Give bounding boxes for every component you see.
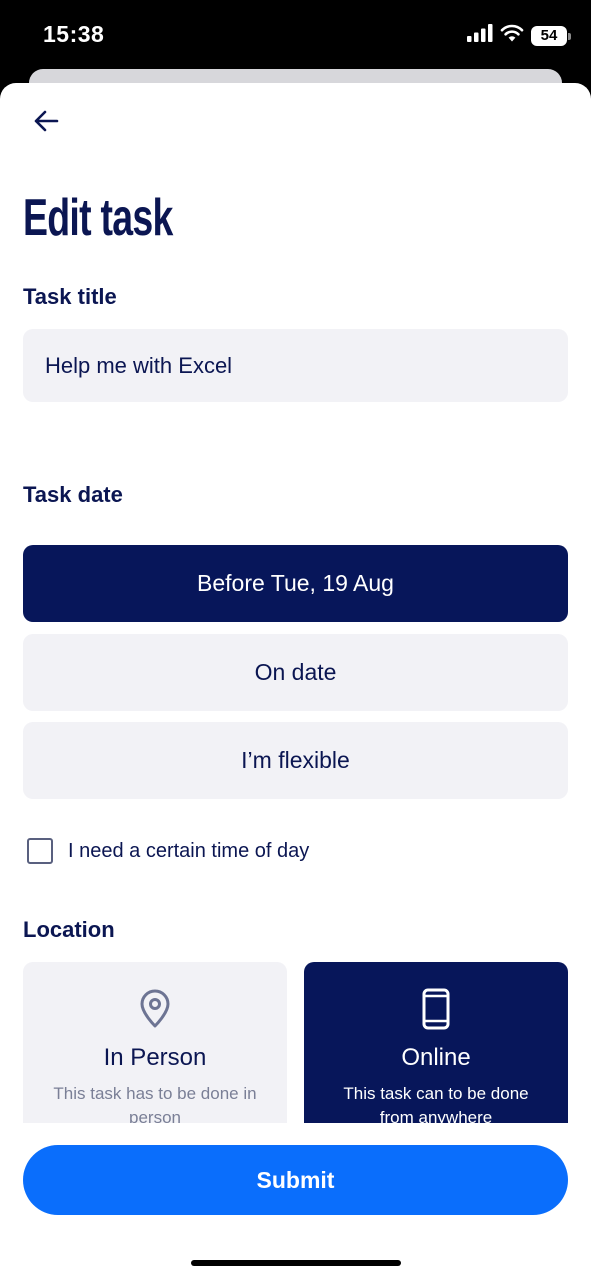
arrow-left-icon (33, 109, 59, 138)
location-option-title: Online (401, 1044, 471, 1071)
back-button[interactable] (28, 105, 64, 141)
date-option-label: I’m flexible (241, 747, 350, 773)
location-label: Location (23, 917, 115, 942)
battery-icon: 54 (531, 25, 571, 46)
submit-label: Submit (256, 1166, 335, 1193)
time-of-day-label: I need a certain time of day (68, 839, 310, 862)
date-option-before[interactable]: Before Tue, 19 Aug (23, 545, 568, 622)
time-of-day-checkbox[interactable] (27, 838, 53, 864)
wifi-icon (500, 24, 524, 47)
task-title-input[interactable]: Help me with Excel (23, 329, 568, 402)
battery-level: 54 (540, 27, 558, 44)
task-title-label: Task title (23, 284, 117, 309)
date-option-label: Before Tue, 19 Aug (197, 570, 394, 596)
status-time: 15:38 (43, 21, 105, 47)
date-option-label: On date (254, 659, 337, 685)
date-option-flexible[interactable]: I’m flexible (23, 722, 568, 799)
time-of-day-row[interactable]: I need a certain time of day (27, 838, 309, 864)
phone-icon (416, 988, 456, 1030)
submit-button[interactable]: Submit (23, 1145, 568, 1215)
bottom-action-area: Submit (0, 1123, 591, 1280)
status-icons: 54 (467, 24, 571, 47)
signal-icon (467, 24, 493, 47)
task-title-value: Help me with Excel (45, 352, 233, 378)
map-pin-icon (135, 988, 175, 1030)
home-indicator[interactable] (191, 1260, 401, 1266)
date-option-on-date[interactable]: On date (23, 634, 568, 711)
page-title: Edit task (23, 189, 173, 247)
task-date-label: Task date (23, 482, 123, 507)
location-option-title: In Person (103, 1044, 207, 1071)
edit-task-sheet: Edit task Task title Help me with Excel … (0, 83, 591, 1280)
status-bar: 15:38 54 (0, 0, 591, 70)
